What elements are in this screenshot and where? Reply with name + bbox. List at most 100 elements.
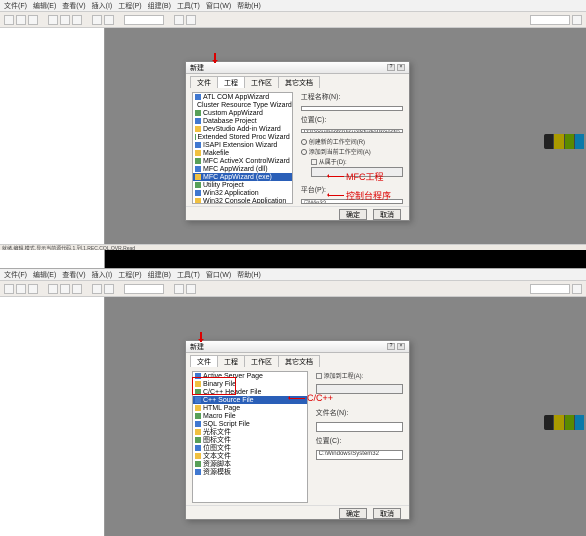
menu-build[interactable]: 组建(B) [148, 270, 171, 280]
workspace-tree[interactable] [0, 297, 105, 536]
cancel-button[interactable]: 取消 [373, 209, 401, 220]
list-item[interactable]: Custom AppWizard [193, 109, 292, 117]
project-type-list[interactable]: ATL COM AppWizardCluster Resource Type W… [192, 92, 293, 204]
close-icon[interactable]: × [397, 64, 405, 71]
dialog-titlebar[interactable]: 新建 ? × [186, 62, 409, 74]
find-dropdown[interactable] [530, 15, 570, 25]
menubar[interactable]: 文件(F) 编辑(E) 查看(V) 插入(I) 工程(P) 组建(B) 工具(T… [0, 269, 586, 281]
list-item[interactable]: Win32 Console Application [193, 197, 292, 204]
list-item[interactable]: MFC ActiveX ControlWizard [193, 157, 292, 165]
tab-files[interactable]: 文件 [190, 76, 218, 88]
list-item[interactable]: Active Server Page [193, 372, 307, 380]
menu-window[interactable]: 窗口(W) [206, 1, 231, 11]
menu-file[interactable]: 文件(F) [4, 270, 27, 280]
menu-edit[interactable]: 编辑(E) [33, 1, 56, 11]
file-type-list[interactable]: Active Server PageBinary FileC/C++ Heade… [192, 371, 308, 503]
list-item[interactable]: 资源模板 [193, 468, 307, 476]
tab-workspaces[interactable]: 工作区 [244, 76, 279, 88]
config-dropdown[interactable] [124, 284, 164, 294]
tool-paste[interactable] [72, 284, 82, 294]
menu-view[interactable]: 查看(V) [62, 270, 85, 280]
menu-window[interactable]: 窗口(W) [206, 270, 231, 280]
checkbox-icon[interactable] [311, 159, 317, 165]
menu-project[interactable]: 工程(P) [118, 270, 141, 280]
radio-icon[interactable] [301, 139, 307, 145]
list-item[interactable]: Cluster Resource Type Wizard [193, 101, 292, 109]
radio-add-workspace[interactable]: 添加到当前工作空间(A) [309, 147, 371, 156]
list-item[interactable]: Win32 Application [193, 189, 292, 197]
menu-help[interactable]: 帮助(H) [237, 270, 261, 280]
tool-run[interactable] [186, 15, 196, 25]
tool-redo[interactable] [104, 15, 114, 25]
config-dropdown[interactable] [124, 15, 164, 25]
list-item[interactable]: HTML Page [193, 404, 307, 412]
list-item[interactable]: Utility Project [193, 181, 292, 189]
menu-tools[interactable]: 工具(T) [177, 270, 200, 280]
project-name-input[interactable] [301, 106, 403, 111]
tool-build[interactable] [174, 284, 184, 294]
tool-undo[interactable] [92, 284, 102, 294]
floating-toolbar[interactable] [544, 415, 584, 430]
menu-insert[interactable]: 插入(I) [92, 270, 113, 280]
list-item[interactable]: Extended Stored Proc Wizard [193, 133, 292, 141]
tab-files[interactable]: 文件 [190, 355, 218, 367]
list-item[interactable]: Binary File [193, 380, 307, 388]
menu-edit[interactable]: 编辑(E) [33, 270, 56, 280]
tab-other[interactable]: 其它文档 [278, 76, 320, 88]
ok-button[interactable]: 确定 [339, 209, 367, 220]
list-item[interactable]: MFC AppWizard (dll) [193, 165, 292, 173]
tool-find[interactable] [572, 284, 582, 294]
help-icon[interactable]: ? [387, 343, 395, 350]
tool-build[interactable] [174, 15, 184, 25]
tool-copy[interactable] [60, 15, 70, 25]
tab-projects[interactable]: 工程 [217, 76, 245, 88]
tool-cut[interactable] [48, 15, 58, 25]
cancel-button[interactable]: 取消 [373, 508, 401, 519]
radio-new-workspace[interactable]: 创建新的工作空间(R) [309, 137, 365, 146]
checkbox-icon[interactable] [316, 373, 322, 379]
tab-workspaces[interactable]: 工作区 [244, 355, 279, 367]
tool-undo[interactable] [92, 15, 102, 25]
menu-file[interactable]: 文件(F) [4, 1, 27, 11]
location-input[interactable]: C:\Windows\System32 [316, 450, 403, 460]
ok-button[interactable]: 确定 [339, 508, 367, 519]
menu-help[interactable]: 帮助(H) [237, 1, 261, 11]
tool-open[interactable] [16, 15, 26, 25]
floating-toolbar[interactable] [544, 134, 584, 149]
menubar[interactable]: 文件(F) 编辑(E) 查看(V) 插入(I) 工程(P) 组建(B) 工具(T… [0, 0, 586, 12]
tab-other[interactable]: 其它文档 [278, 355, 320, 367]
list-item[interactable]: DevStudio Add-in Wizard [193, 125, 292, 133]
radio-icon[interactable] [301, 149, 307, 155]
workspace-tree[interactable] [0, 28, 105, 268]
menu-build[interactable]: 组建(B) [148, 1, 171, 11]
location-input[interactable]: D:\Documents\VisualStudioProjects\ [301, 129, 403, 134]
menu-view[interactable]: 查看(V) [62, 1, 85, 11]
tab-projects[interactable]: 工程 [217, 355, 245, 367]
list-item[interactable]: ISAPI Extension Wizard [193, 141, 292, 149]
menu-tools[interactable]: 工具(T) [177, 1, 200, 11]
list-item[interactable]: Macro File [193, 412, 307, 420]
close-icon[interactable]: × [397, 343, 405, 350]
file-type-icon [195, 158, 201, 164]
tool-save[interactable] [28, 15, 38, 25]
tool-save[interactable] [28, 284, 38, 294]
dialog-titlebar[interactable]: 新建 ? × [186, 341, 409, 353]
tool-copy[interactable] [60, 284, 70, 294]
list-item[interactable]: Makefile [193, 149, 292, 157]
tool-open[interactable] [16, 284, 26, 294]
tool-run[interactable] [186, 284, 196, 294]
find-dropdown[interactable] [530, 284, 570, 294]
menu-project[interactable]: 工程(P) [118, 1, 141, 11]
tool-new[interactable] [4, 284, 14, 294]
filename-input[interactable] [316, 422, 403, 432]
list-item[interactable]: Database Project [193, 117, 292, 125]
menu-insert[interactable]: 插入(I) [92, 1, 113, 11]
tool-new[interactable] [4, 15, 14, 25]
help-icon[interactable]: ? [387, 64, 395, 71]
tool-find[interactable] [572, 15, 582, 25]
list-item[interactable]: MFC AppWizard (exe) [193, 173, 292, 181]
tool-cut[interactable] [48, 284, 58, 294]
tool-redo[interactable] [104, 284, 114, 294]
list-item[interactable]: ATL COM AppWizard [193, 93, 292, 101]
tool-paste[interactable] [72, 15, 82, 25]
